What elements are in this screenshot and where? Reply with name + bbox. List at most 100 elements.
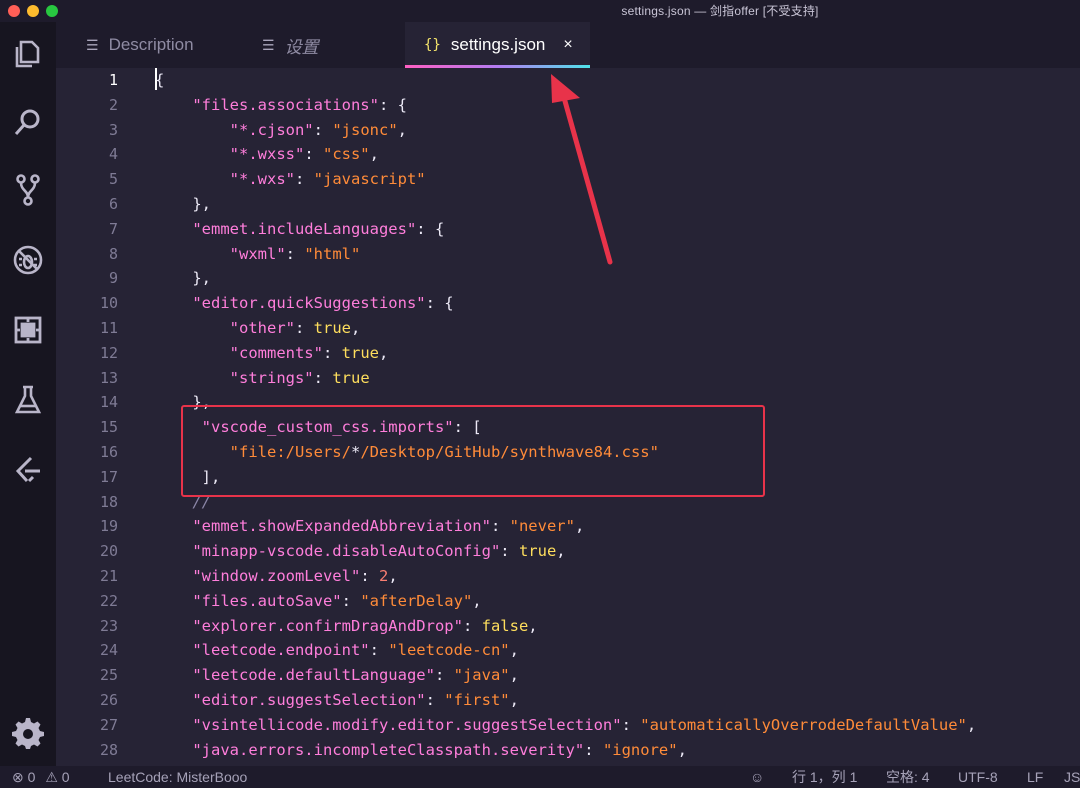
window-title: settings.json — 剑指offer [不受支持]	[621, 4, 819, 18]
problems-indicator[interactable]: ⊗ 0 ⚠ 0	[12, 766, 70, 788]
line-number: 4	[108, 145, 118, 164]
leetcode-icon	[15, 456, 40, 483]
error-icon: ⊗	[12, 769, 24, 785]
feedback-icon[interactable]: ☺	[750, 766, 764, 788]
line-number: 15	[99, 418, 118, 437]
title-bar: settings.json — 剑指offer [不受支持]	[0, 0, 1080, 22]
source-control-button[interactable]	[8, 170, 48, 210]
line-number: 8	[108, 244, 118, 263]
code-line: "*.wxss": "css",	[229, 145, 379, 164]
leetcode-status[interactable]: LeetCode: MisterBooo	[108, 766, 247, 788]
code-line: "file:/Users/*/Desktop/GitHub/synthwave8…	[229, 442, 659, 461]
line-number: 9	[108, 269, 118, 288]
tab-description[interactable]: ☰ Description	[86, 22, 194, 68]
search-icon	[14, 109, 40, 135]
code-line: "java.errors.incompleteClasspath.severit…	[192, 740, 687, 759]
explorer-button[interactable]	[8, 34, 48, 74]
encoding[interactable]: UTF-8	[958, 766, 998, 788]
code-line: //	[192, 492, 211, 511]
close-tab-icon[interactable]: ×	[563, 36, 572, 54]
code-line: "leetcode.endpoint": "leetcode-cn",	[192, 641, 519, 660]
code-line: "strings": true	[229, 368, 370, 387]
line-number: 17	[99, 467, 118, 486]
code-line: "files.autoSave": "afterDelay",	[192, 591, 482, 610]
tab-label: Description	[108, 35, 194, 54]
source-control-icon	[16, 174, 40, 206]
end-of-line[interactable]: LF	[1027, 766, 1043, 788]
line-number: 5	[108, 170, 118, 189]
line-number: 21	[99, 566, 118, 585]
files-icon	[15, 40, 40, 68]
language-mode[interactable]: JS	[1064, 766, 1080, 788]
status-bar: ⊗ 0 ⚠ 0 LeetCode: MisterBooo ☺ 行 1，列 1 空…	[0, 766, 1080, 788]
code-line: "editor.quickSuggestions": {	[192, 294, 454, 313]
code-content[interactable]: { "files.associations": { "*.cjson": "js…	[155, 68, 976, 762]
line-number: 19	[99, 517, 118, 536]
tab-label: 设置	[284, 37, 319, 57]
debug-icon	[13, 245, 43, 275]
line-number: 6	[108, 194, 118, 213]
activity-bar	[0, 22, 56, 766]
line-number: 25	[99, 666, 118, 685]
json-braces-icon: {}	[424, 37, 441, 53]
code-line: },	[192, 194, 211, 213]
debug-button[interactable]	[8, 240, 48, 280]
warning-count: 0	[61, 769, 70, 785]
search-button[interactable]	[8, 102, 48, 142]
line-number: 18	[99, 492, 118, 511]
line-number: 26	[99, 690, 118, 709]
code-line: },	[192, 393, 211, 412]
extensions-button[interactable]	[8, 310, 48, 350]
code-line: "explorer.confirmDragAndDrop": false,	[192, 616, 538, 635]
line-number: 27	[99, 715, 118, 734]
indentation[interactable]: 空格: 4	[886, 766, 930, 788]
tab-bar: ☰ Description ☰ 设置 {} settings.json ×	[56, 22, 1080, 68]
cursor-position[interactable]: 行 1，列 1	[792, 766, 857, 788]
code-line: "*.cjson": "jsonc",	[229, 120, 407, 139]
line-number: 2	[108, 95, 118, 114]
code-line: },	[192, 269, 211, 288]
code-line: "wxml": "html"	[229, 244, 361, 263]
code-line: "leetcode.defaultLanguage": "java",	[192, 666, 519, 685]
line-number-gutter: 1 2 3 4 5 6 7 8 9 10 11 12 13 14 15 16 17 18 19 20 21 22 23 24 2…	[56, 68, 128, 762]
code-editor[interactable]: 1 2 3 4 5 6 7 8 9 10 11 12 13 14 15 16 17 18 19 20 21 22 23 24 2…	[56, 68, 1080, 766]
test-flask-icon	[14, 385, 42, 414]
code-line: "other": true,	[229, 318, 361, 337]
line-number: 13	[99, 368, 118, 387]
line-number: 10	[99, 294, 118, 313]
code-line: ],	[201, 467, 221, 486]
code-line: "emmet.showExpandedAbbreviation": "never…	[192, 517, 585, 536]
preview-icon: ☰	[262, 36, 275, 53]
code-line: "*.wxs": "javascript"	[229, 170, 426, 189]
code-line: "vscode_custom_css.imports": [	[201, 418, 482, 437]
preview-icon: ☰	[86, 36, 99, 53]
line-number: 24	[99, 641, 118, 660]
line-number: 1	[108, 71, 118, 89]
line-number: 23	[99, 616, 118, 635]
code-line: "files.associations": {	[192, 95, 407, 114]
line-number: 28	[99, 740, 118, 759]
code-line: "comments": true,	[229, 343, 389, 362]
extensions-icon	[14, 316, 42, 344]
tab-settings-ui[interactable]: ☰ 设置	[262, 22, 319, 68]
line-number: 16	[99, 442, 118, 461]
test-button[interactable]	[8, 380, 48, 420]
code-line: "vsintellicode.modify.editor.suggestSele…	[192, 715, 977, 734]
manage-button[interactable]	[8, 712, 48, 752]
settings-gear-icon	[12, 718, 44, 749]
tab-label: settings.json	[450, 35, 546, 54]
line-number: 11	[99, 318, 118, 337]
line-number: 3	[108, 120, 118, 139]
line-number: 20	[99, 542, 118, 561]
code-line: "editor.suggestSelection": "first",	[192, 690, 519, 709]
code-line: "window.zoomLevel": 2,	[192, 566, 398, 585]
line-number: 12	[99, 343, 118, 362]
leetcode-button[interactable]	[8, 450, 48, 490]
line-number: 22	[99, 591, 118, 610]
line-number: 14	[99, 393, 118, 412]
warning-icon: ⚠	[45, 769, 58, 785]
code-line: {	[155, 71, 165, 89]
code-line: "emmet.includeLanguages": {	[192, 219, 445, 238]
tab-settings-json[interactable]: {} settings.json ×	[405, 22, 590, 68]
error-count: 0	[27, 769, 36, 785]
